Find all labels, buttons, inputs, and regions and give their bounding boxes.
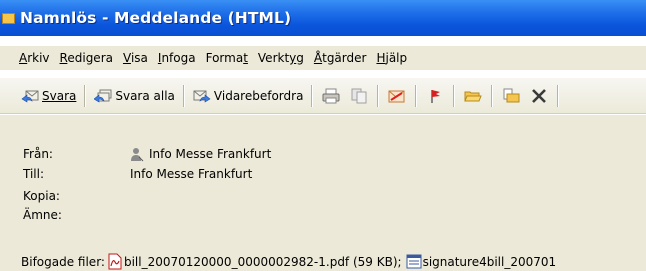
toolbar: Svara Svara alla Vidarebefordra — [0, 78, 646, 114]
toolbar-separator — [557, 84, 560, 107]
signature-file-icon — [406, 254, 422, 269]
cc-label: Kopia: — [23, 189, 60, 203]
menu-verktyg[interactable]: Verktyg — [253, 51, 309, 65]
message-header: Från: Info Messe Frankfurt Till: Info Me… — [0, 115, 646, 271]
folder-icon — [464, 91, 483, 101]
subject-label: Ämne: — [23, 208, 62, 222]
forward-label: Vidarebefordra — [213, 88, 304, 103]
reply-all-label: Svara alla — [115, 88, 175, 103]
pdf-icon — [108, 253, 122, 270]
move-to-folder-icon — [503, 88, 520, 102]
delete-button[interactable] — [528, 85, 550, 107]
cc-row: Kopia: — [23, 188, 130, 204]
menu-visa[interactable]: Visa — [118, 51, 153, 65]
mark-icon — [388, 90, 405, 102]
window-title: Namnlös - Meddelande (HTML) — [20, 9, 292, 27]
to-value[interactable]: Info Messe Frankfurt — [130, 167, 252, 181]
toolbar-separator — [453, 84, 456, 107]
toolbar-separator — [311, 84, 314, 107]
to-label: Till: — [23, 167, 45, 181]
title-bar[interactable]: Namnlös - Meddelande (HTML) — [0, 0, 646, 36]
reply-icon — [21, 90, 39, 103]
forward-button[interactable]: Vidarebefordra — [189, 82, 308, 110]
open-folder-button[interactable] — [462, 85, 484, 107]
delete-icon — [532, 88, 547, 103]
forward-icon — [193, 90, 211, 103]
subject-row: Ämne: — [23, 207, 130, 223]
toolbar-separator — [84, 84, 87, 107]
reply-label: Svara — [42, 88, 77, 103]
attachments-row: Bifogade filer: bill_20070120000_0000002… — [21, 253, 556, 270]
toolbar-separator — [377, 84, 380, 107]
attachment-signature[interactable]: signature4bill_200701 — [423, 255, 557, 269]
copy-icon — [351, 88, 367, 103]
move-button[interactable] — [500, 85, 522, 107]
reply-button[interactable]: Svara — [17, 82, 80, 110]
menu-infoga[interactable]: Infoga — [153, 51, 201, 65]
attachment-pdf[interactable]: bill_20070120000_0000002982-1.pdf (59 KB… — [124, 255, 402, 269]
to-row: Till: Info Messe Frankfurt — [23, 166, 252, 182]
message-window: Namnlös - Meddelande (HTML) Arkiv Redige… — [0, 0, 646, 271]
envelope-icon — [2, 11, 15, 25]
from-value[interactable]: Info Messe Frankfurt — [149, 147, 271, 161]
toolbar-separator — [491, 84, 494, 107]
toolbar-separator — [182, 84, 185, 107]
attachments-label: Bifogade filer: — [21, 254, 105, 269]
menu-format[interactable]: Format — [201, 51, 253, 65]
menu-redigera[interactable]: Redigera — [55, 51, 118, 65]
reply-all-button[interactable]: Svara alla — [90, 82, 179, 110]
menu-arkiv[interactable]: Arkiv — [0, 51, 55, 65]
toolbar-separator — [415, 84, 418, 107]
menu-atgarder[interactable]: Åtgärder — [309, 51, 372, 65]
menu-bar: Arkiv Redigera Visa Infoga Format Verkty… — [0, 46, 646, 70]
from-label: Från: — [23, 147, 53, 161]
mark-button[interactable] — [386, 85, 408, 107]
flag-icon — [431, 89, 441, 103]
print-button[interactable] — [320, 85, 342, 107]
person-icon — [131, 147, 144, 161]
from-row: Från: Info Messe Frankfurt — [23, 146, 271, 162]
reply-all-icon — [94, 89, 112, 103]
copy-button[interactable] — [348, 85, 370, 107]
printer-icon — [322, 88, 340, 103]
follow-up-button[interactable] — [424, 85, 446, 107]
menu-hjalp[interactable]: Hjälp — [371, 51, 412, 65]
